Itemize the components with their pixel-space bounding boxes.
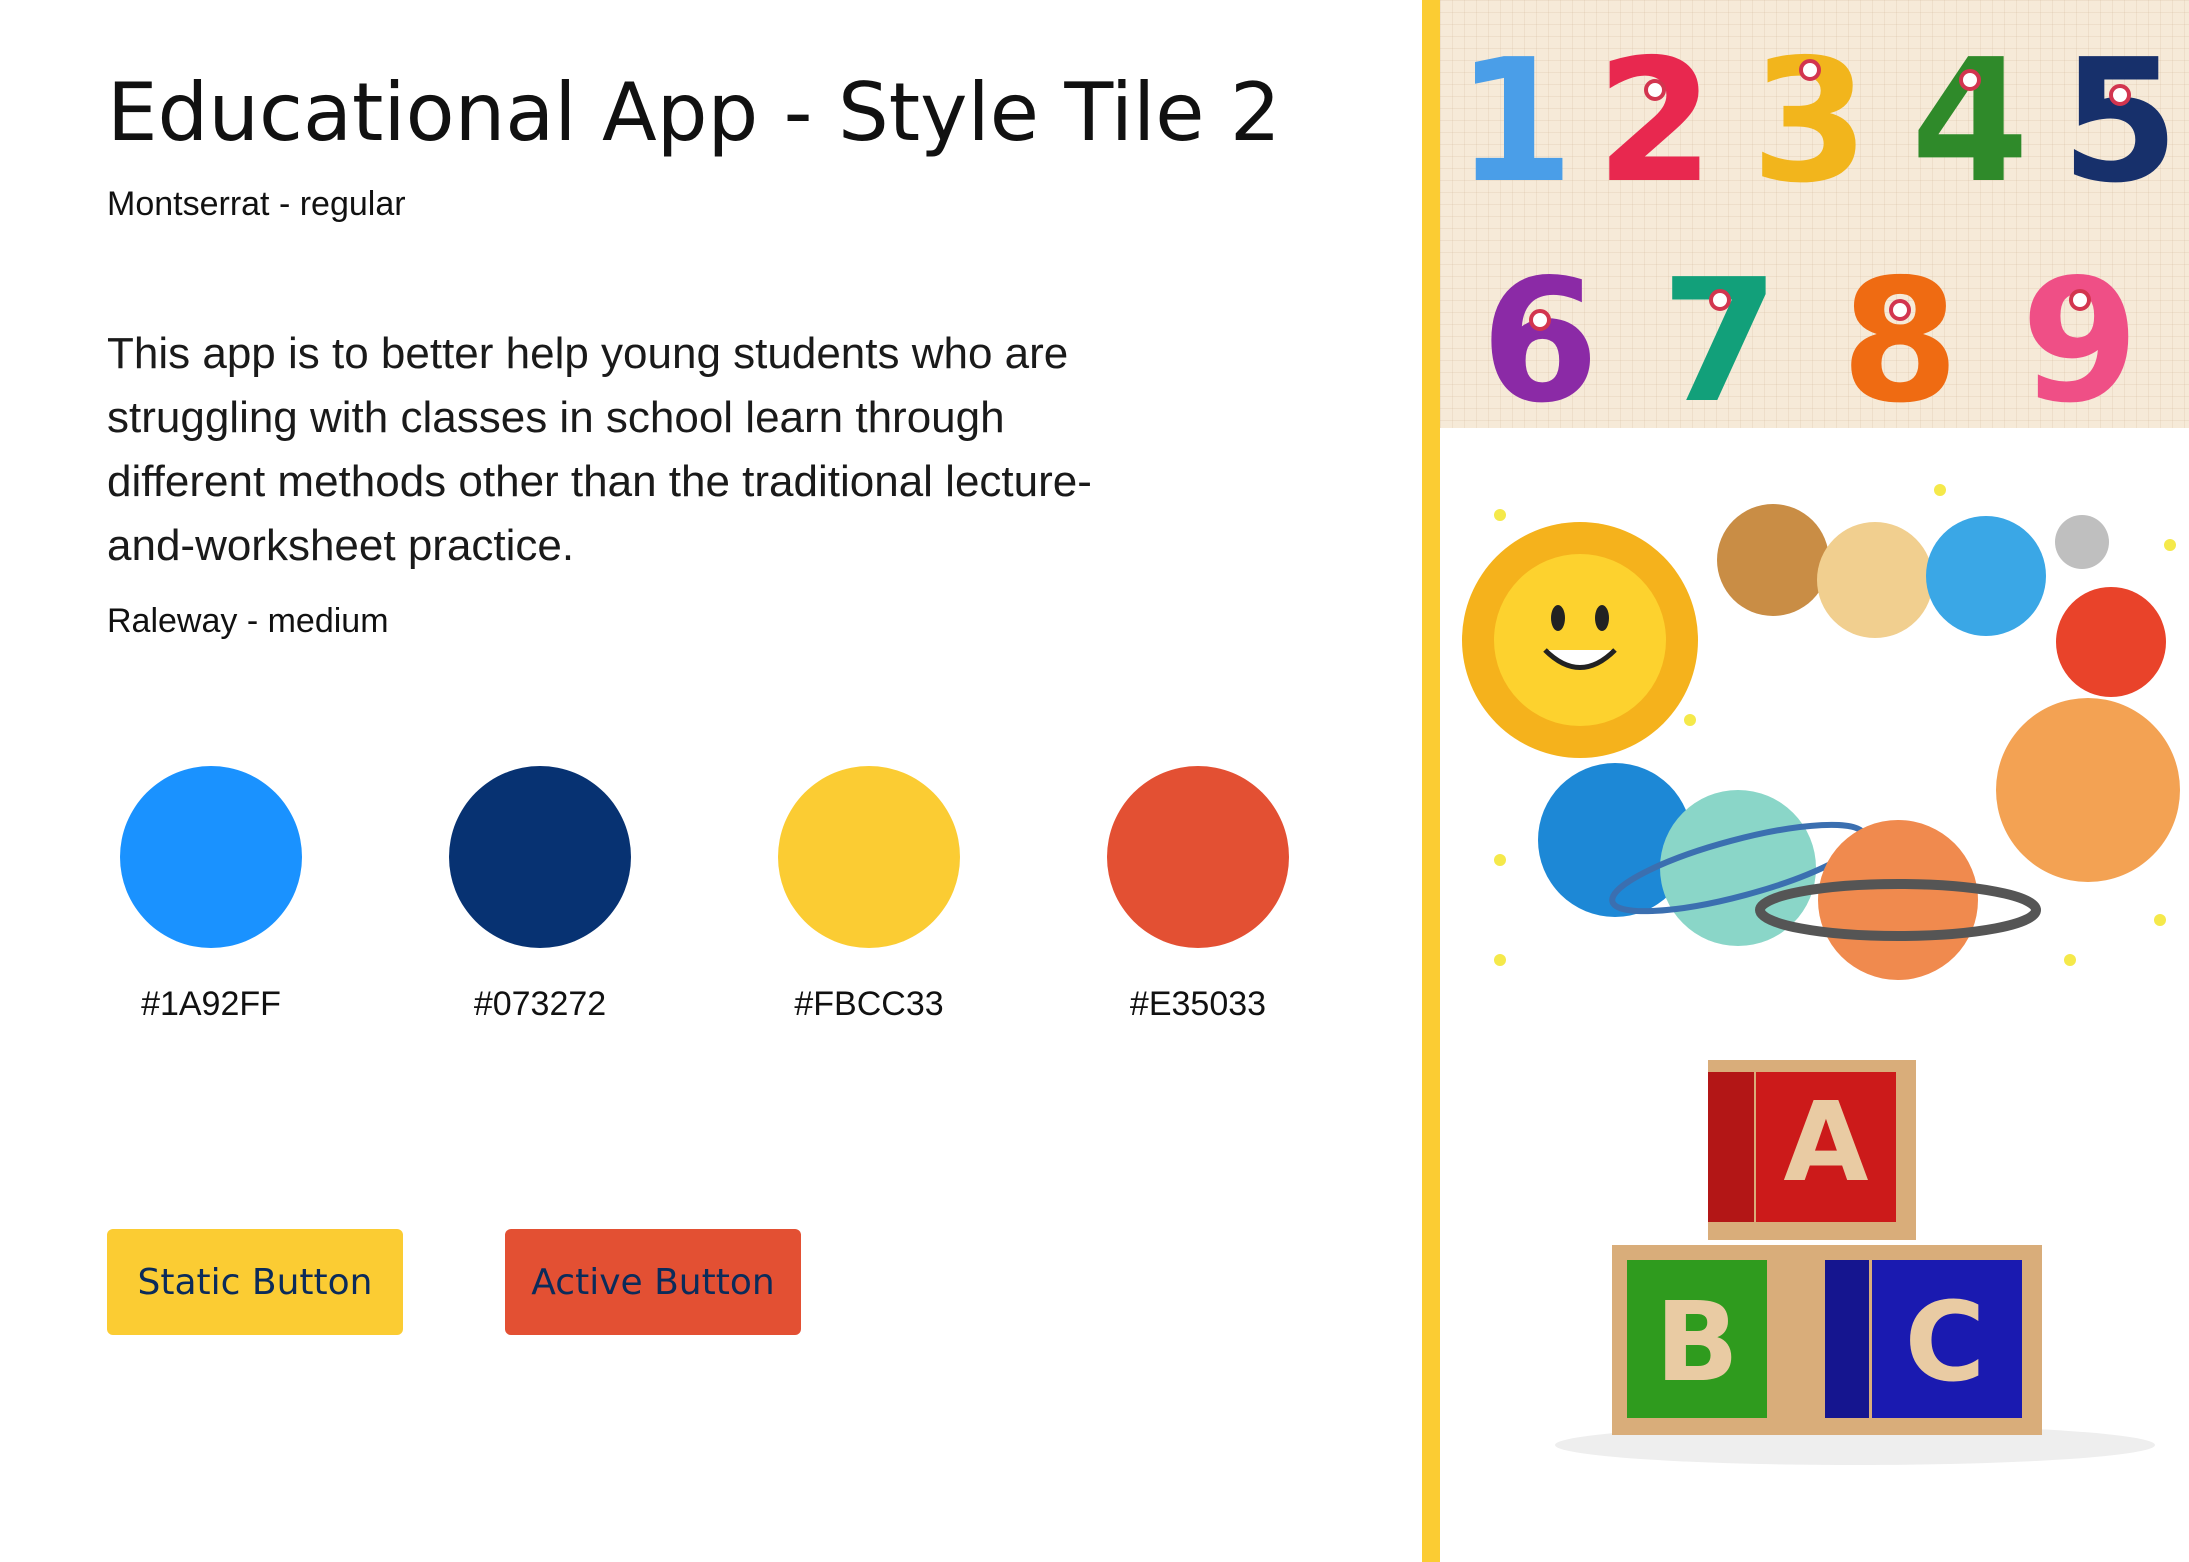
number-8: 8 — [1841, 243, 1959, 428]
block-b-letter: B — [1655, 1278, 1739, 1406]
style-tile-page: Educational App - Style Tile 2 Montserra… — [0, 0, 2189, 1562]
number-3: 3 — [1751, 23, 1869, 221]
color-swatch-blue — [120, 766, 302, 948]
swatch-label-yellow: #FBCC33 — [794, 985, 944, 1023]
number-2: 2 — [1596, 23, 1714, 221]
planet-venus-icon — [1817, 522, 1933, 638]
sun-icon — [1462, 522, 1698, 758]
planet-jupiter-icon — [1996, 698, 2180, 882]
block-a-icon: A — [1708, 1060, 1916, 1240]
number-9: 9 — [2021, 243, 2139, 428]
blocks-graphic: A B C — [1555, 1060, 2155, 1465]
planets-graphic — [1462, 484, 2180, 980]
block-b-icon: B — [1612, 1245, 1822, 1435]
number-1: 1 — [1456, 23, 1574, 221]
body-font-note: Raleway - medium — [107, 602, 389, 640]
active-button[interactable]: Active Button — [505, 1229, 801, 1335]
block-a-letter: A — [1783, 1078, 1868, 1206]
numbers-illustration: 1 2 3 4 5 6 7 8 9 — [1440, 0, 2189, 428]
description-text: This app is to better help young student… — [107, 329, 1092, 570]
number-4: 4 — [1911, 23, 2029, 221]
numbers-graphic: 1 2 3 4 5 6 7 8 9 — [1456, 23, 2179, 428]
number-5: 5 — [2061, 23, 2179, 221]
color-swatch-red — [1107, 766, 1289, 948]
page-title: Educational App - Style Tile 2 — [107, 66, 1281, 159]
static-button[interactable]: Static Button — [107, 1229, 403, 1335]
color-swatch-yellow — [778, 766, 960, 948]
swatch-label-navy: #073272 — [473, 985, 607, 1023]
planets-illustration — [1440, 470, 2189, 990]
number-7: 7 — [1661, 243, 1779, 428]
planet-earth-icon — [1926, 516, 2046, 636]
block-c-letter: C — [1905, 1278, 1986, 1406]
title-font-note: Montserrat - regular — [107, 185, 406, 223]
number-6: 6 — [1481, 243, 1599, 428]
yellow-divider — [1422, 0, 1440, 1562]
swatch-label-red: #E35033 — [1129, 985, 1267, 1023]
swatch-label-blue: #1A92FF — [141, 985, 281, 1023]
color-swatch-navy — [449, 766, 631, 948]
planet-mercury-icon — [1717, 504, 1829, 616]
block-c-icon: C — [1812, 1245, 2042, 1435]
moon-icon — [2055, 515, 2109, 569]
planet-mars-icon — [2056, 587, 2166, 697]
abc-blocks-illustration: A B C — [1440, 1040, 2189, 1470]
